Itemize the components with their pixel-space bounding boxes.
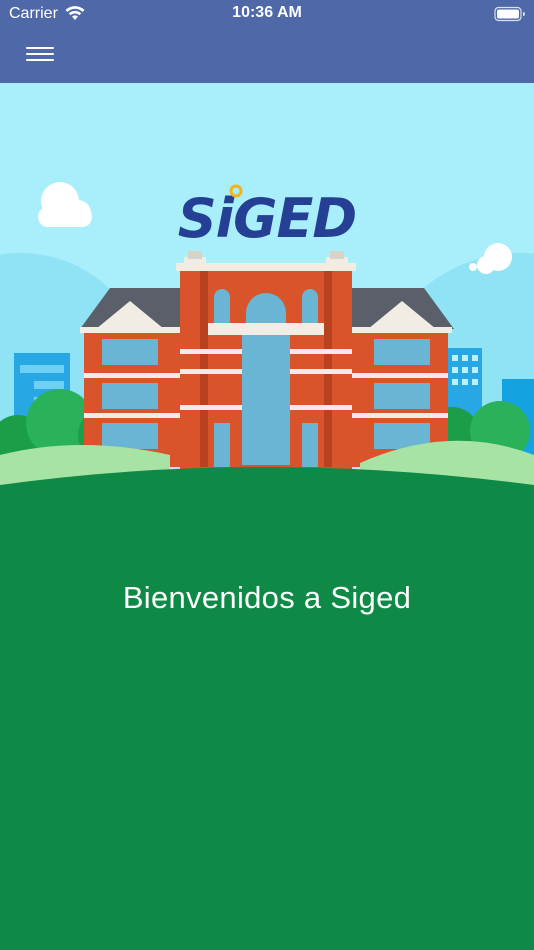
top-bar: Carrier 10:36 AM xyxy=(0,0,534,83)
siged-logo: SiGED xyxy=(178,184,357,250)
menu-line xyxy=(26,59,54,61)
status-time: 10:36 AM xyxy=(232,4,302,21)
menu-line xyxy=(26,47,54,49)
welcome-message: Bienvenidos a Siged xyxy=(122,580,412,615)
app-screen: Carrier 10:36 AM SiGED Bienvenidos a Sig… xyxy=(0,0,534,950)
hamburger-menu-button[interactable] xyxy=(24,42,56,66)
battery-icon xyxy=(494,6,525,22)
svg-text:SiGED: SiGED xyxy=(178,187,356,250)
campus-illustration: SiGED xyxy=(0,83,534,503)
menu-line xyxy=(26,53,54,55)
